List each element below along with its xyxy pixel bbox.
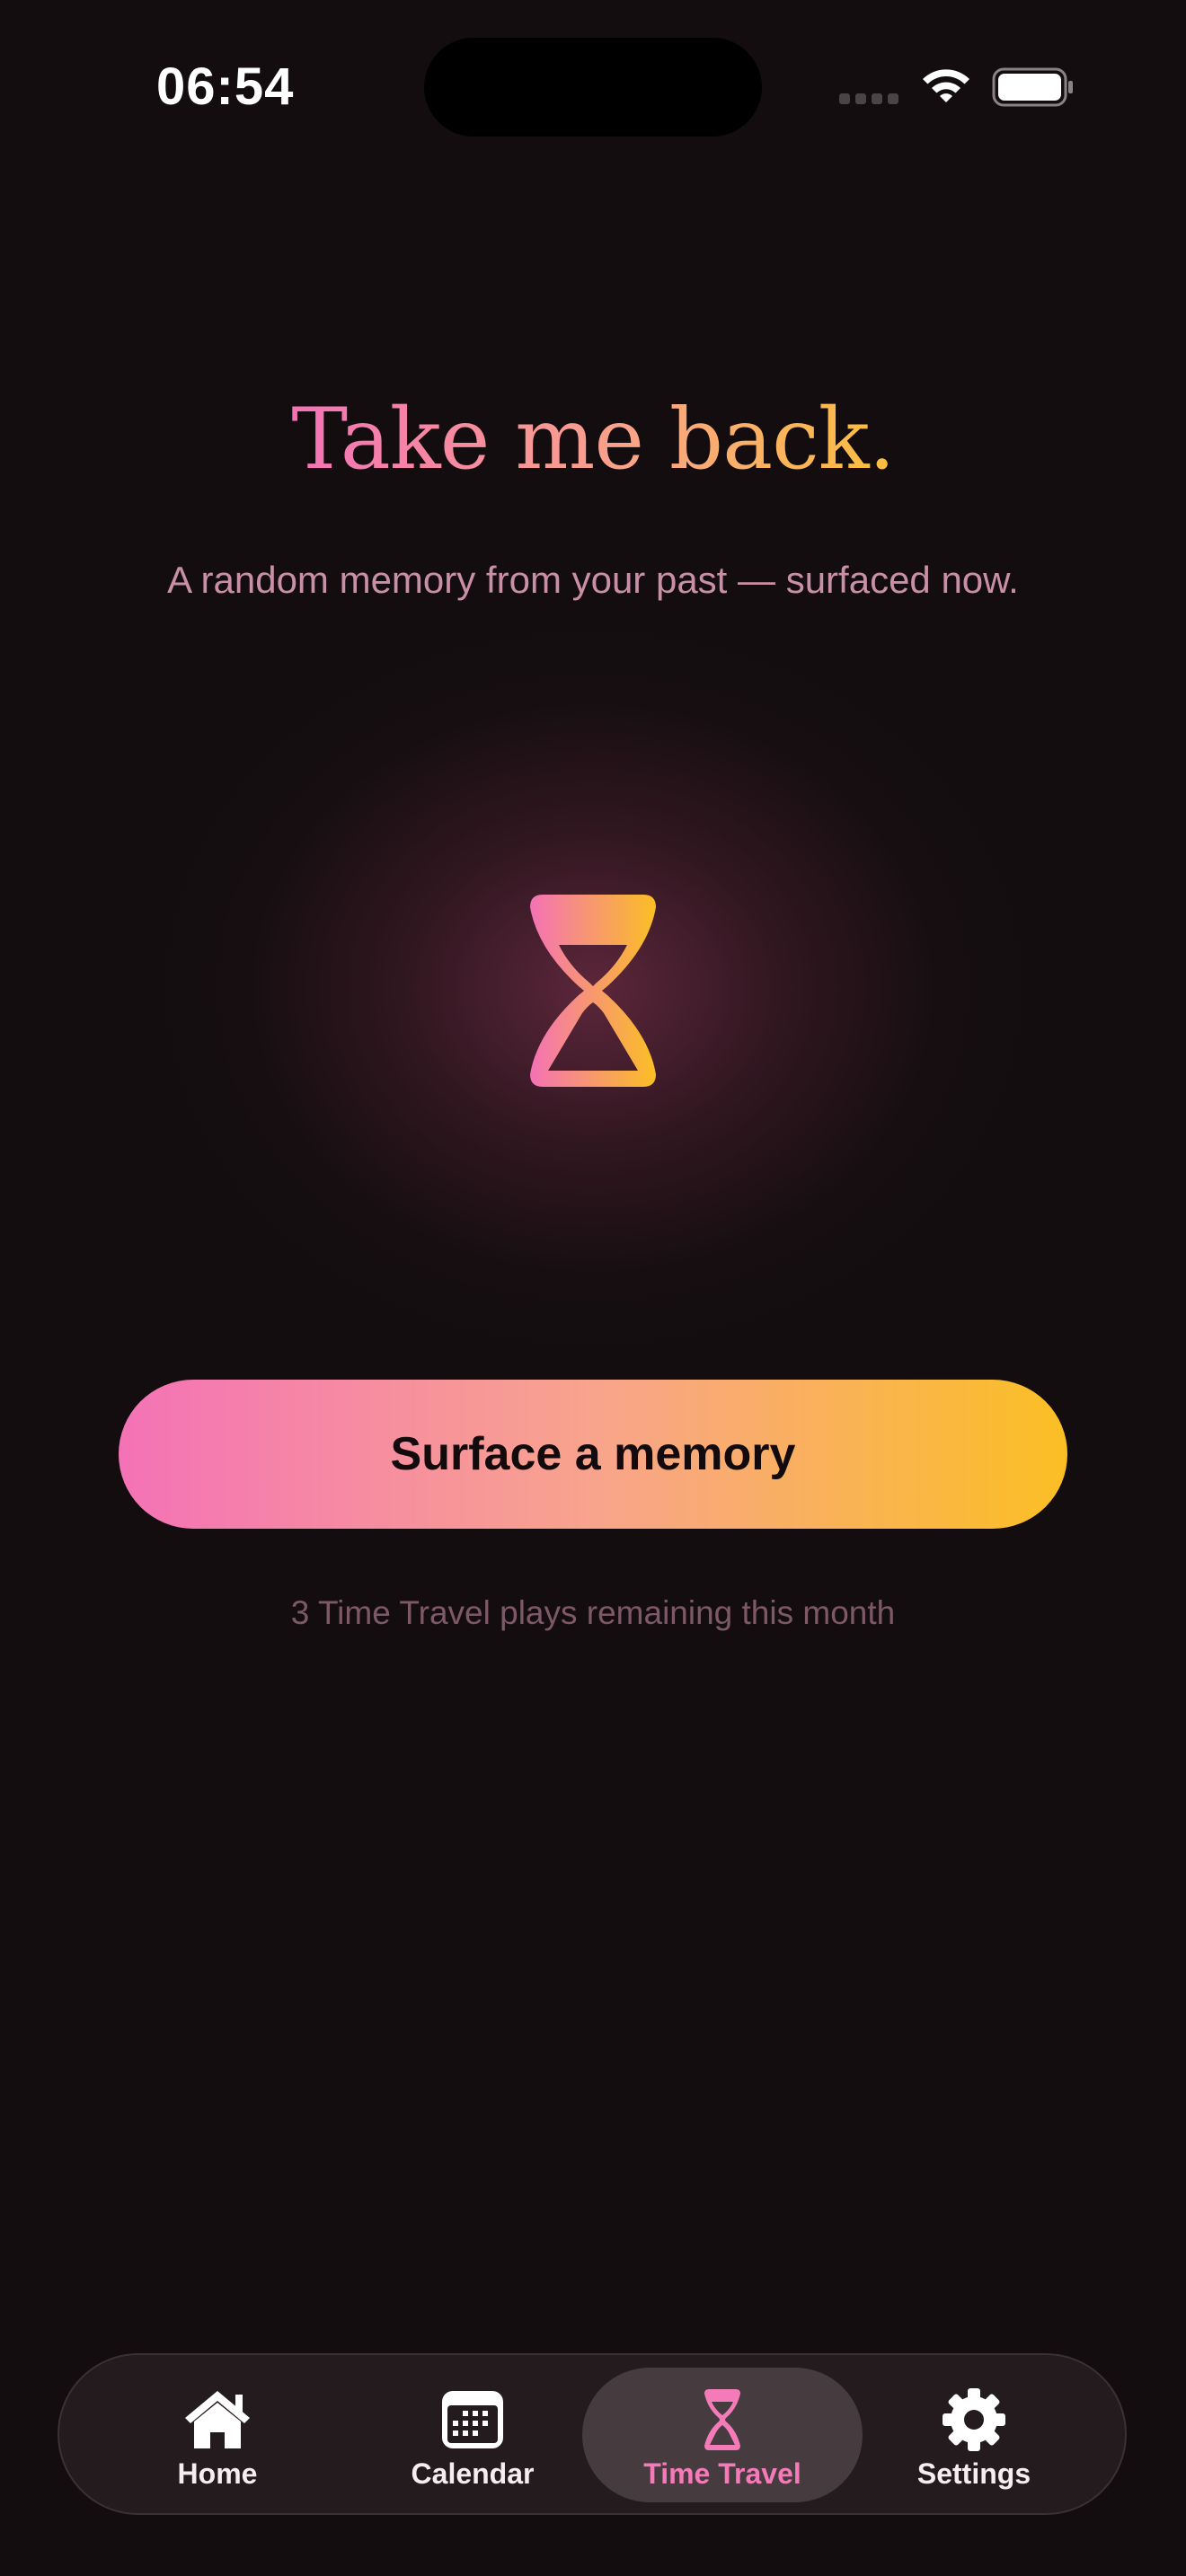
status-time: 06:54 [156,57,295,116]
tab-bar: Home Calendar Time Travel Settings [58,2353,1127,2515]
tab-home-label: Home [177,2457,258,2490]
tab-calendar[interactable]: Calendar [332,2368,613,2502]
battery-icon [992,67,1073,107]
wifi-icon [923,69,969,102]
tab-time-travel[interactable]: Time Travel [582,2368,863,2502]
tab-settings[interactable]: Settings [834,2368,1114,2502]
page-subtitle: A random memory from your past — surface… [167,559,1019,601]
calendar-icon [442,2391,503,2448]
dynamic-island [424,38,762,137]
cellular-signal-icon [839,93,898,104]
hourglass-icon [704,2389,740,2450]
hourglass-icon [530,895,656,1087]
tab-calendar-label: Calendar [411,2457,535,2490]
house-icon [185,2391,250,2448]
page-title: Take me back. [291,391,895,489]
plays-remaining-text: 3 Time Travel plays remaining this month [290,1594,896,1631]
tab-time-travel-label: Time Travel [643,2457,801,2490]
surface-memory-button-label: Surface a memory [390,1428,796,1480]
surface-memory-button[interactable]: Surface a memory [119,1380,1067,1529]
tab-settings-label: Settings [916,2457,1031,2490]
tab-home[interactable]: Home [77,2368,358,2502]
gear-icon [943,2388,1005,2451]
